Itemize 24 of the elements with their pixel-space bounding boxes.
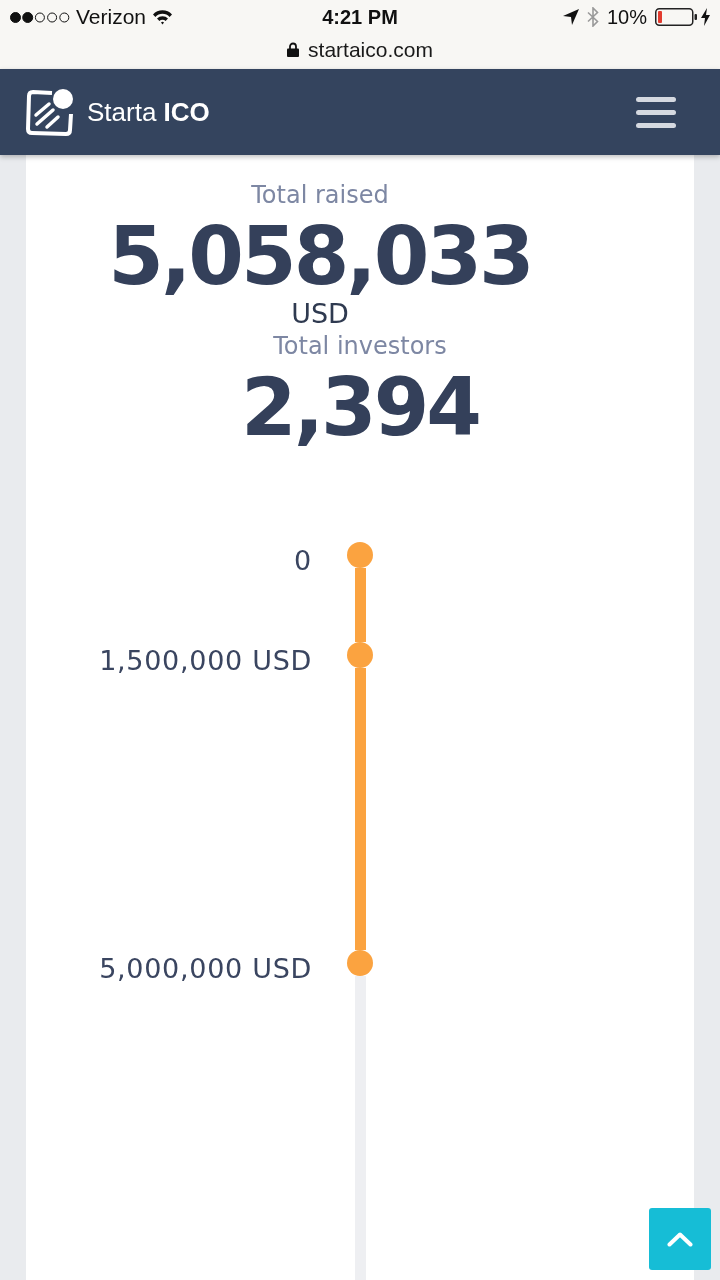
brand-name[interactable]: Starta ICO [87, 97, 210, 127]
menu-icon[interactable] [636, 96, 676, 128]
carrier-name: Verizon [76, 5, 147, 29]
stat-label: Total investors [273, 332, 447, 361]
stat-label: Total raised [251, 181, 389, 210]
chevron-up-icon [667, 1231, 693, 1247]
stat-value: 2,394 [240, 368, 479, 448]
milestone-label: 1,500,000 USD [99, 644, 312, 678]
signal-dots-icon [10, 11, 70, 23]
stat-unit: USD [291, 298, 349, 330]
stat-value: 5,058,033 [108, 217, 532, 297]
address-bar[interactable]: startaico.com [0, 34, 720, 69]
milestone-label: 0 [294, 544, 312, 578]
location-arrow-icon [562, 9, 579, 25]
charging-bolt-icon [701, 8, 710, 26]
battery-icon [655, 8, 697, 26]
bluetooth-icon [586, 7, 599, 27]
milestone-label: 5,000,000 USD [99, 952, 312, 986]
wifi-icon [152, 9, 174, 25]
lock-icon [287, 42, 300, 57]
battery-percent: 10% [606, 5, 647, 29]
clock-time: 4:21 PM [322, 5, 398, 29]
logo-icon[interactable] [25, 87, 75, 137]
url-text: startaico.com [308, 37, 433, 62]
